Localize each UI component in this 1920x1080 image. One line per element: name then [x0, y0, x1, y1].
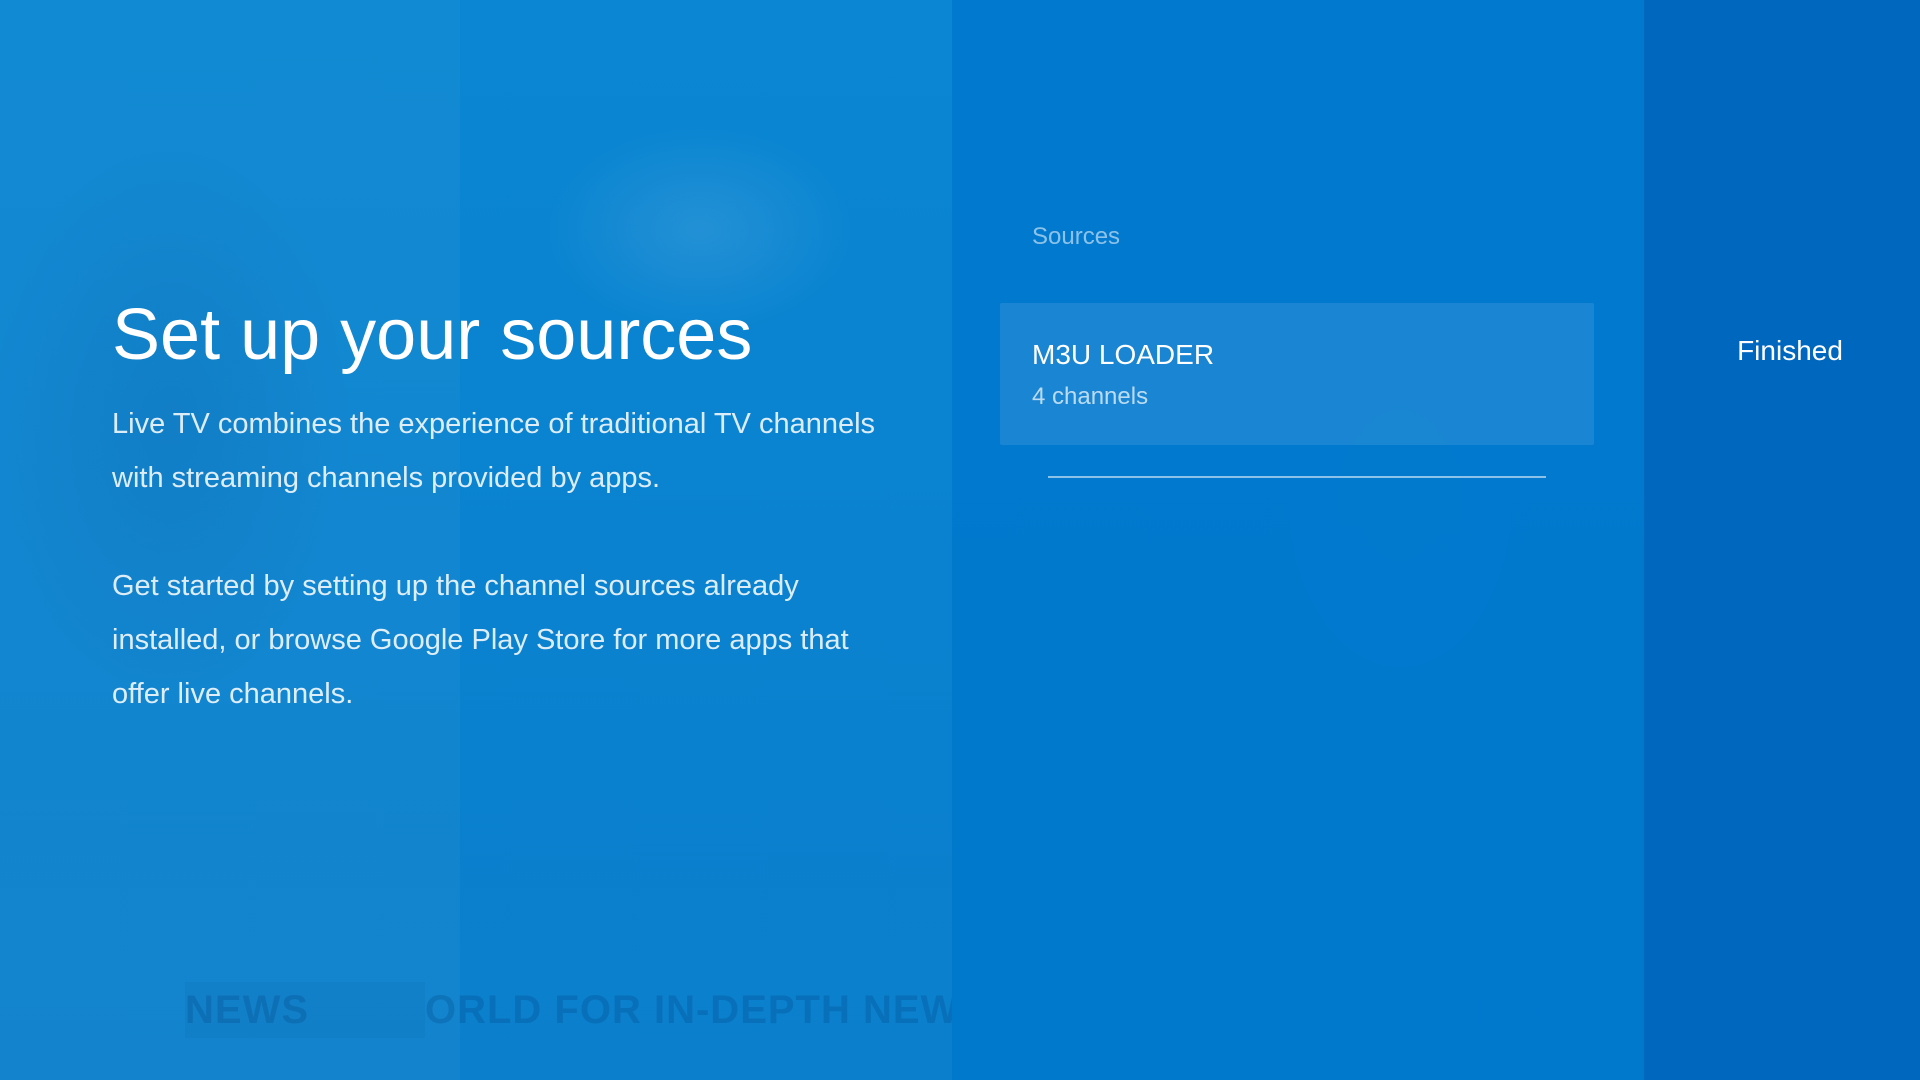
sources-section-label: Sources	[1032, 223, 1121, 250]
source-item-m3u-loader[interactable]: M3U LOADER 4 channels	[1000, 303, 1594, 445]
page-title: Set up your sources	[112, 295, 753, 375]
source-name: M3U LOADER	[1032, 339, 1215, 370]
sources-panel	[952, 0, 1644, 1080]
source-channel-count: 4 channels	[1032, 383, 1149, 410]
ticker-badge: NEWS	[185, 982, 425, 1038]
actions-panel	[1644, 0, 1920, 1080]
finished-button[interactable]: Finished	[1700, 330, 1880, 372]
description-paragraph: Live TV combines the experience of tradi…	[112, 408, 876, 494]
description-paragraph: Get started by setting up the channel so…	[112, 570, 849, 710]
live-tv-setup-screen: NEWSORLD FOR IN-DEPTH NEWS COVERAGE · DE…	[0, 0, 1920, 1080]
background-video-shade	[0, 0, 460, 1080]
sources-divider	[1048, 476, 1546, 478]
